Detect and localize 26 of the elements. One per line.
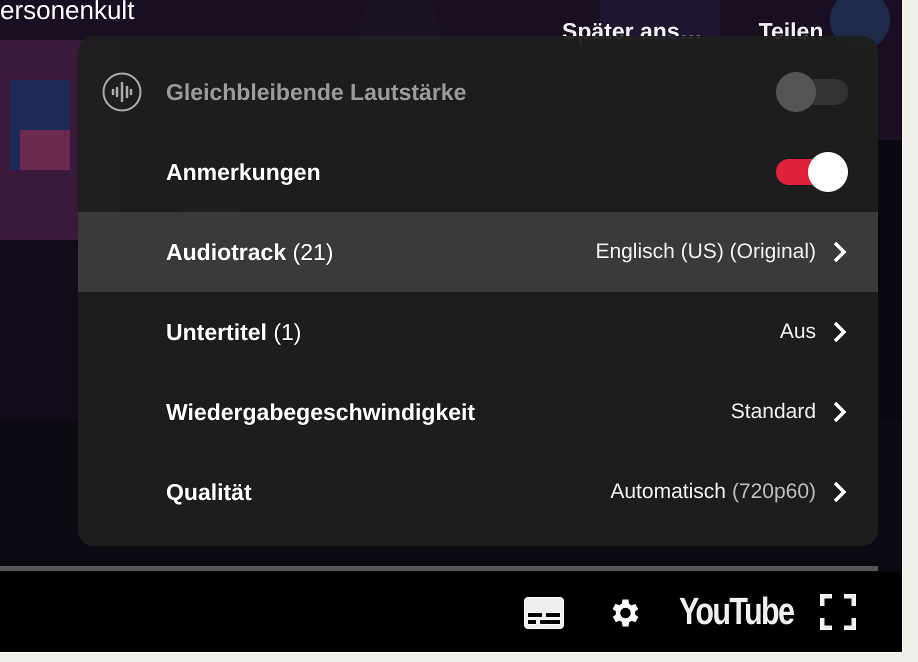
toggle-switch[interactable] — [776, 152, 848, 192]
chevron-right-icon — [832, 400, 848, 424]
menu-item-label: Anmerkungen — [166, 158, 321, 187]
fullscreen-icon[interactable] — [820, 594, 856, 630]
chevron-right-icon — [832, 480, 848, 504]
chevron-right-icon — [832, 320, 848, 344]
menu-item[interactable]: Wiedergabegeschwindigkeit Standard — [78, 372, 878, 452]
menu-item[interactable]: Audiotrack (21) Englisch (US) (Original) — [78, 212, 878, 292]
menu-item-label: Audiotrack (21) — [166, 238, 334, 267]
menu-item-label: Qualität — [166, 478, 252, 507]
menu-item[interactable]: Untertitel (1) Aus — [78, 292, 878, 372]
chevron-right-icon — [832, 240, 848, 264]
menu-item[interactable]: Anmerkungen — [78, 132, 878, 212]
menu-item-label: Gleichbleibende Lautstärke — [166, 78, 466, 107]
menu-item-label: Wiedergabegeschwindigkeit — [166, 398, 476, 427]
quality-note: (720p60) — [732, 479, 816, 506]
menu-item[interactable]: Qualität Automatisch (720p60) — [78, 452, 878, 532]
waveform-icon — [102, 72, 142, 112]
menu-item-value: Englisch (US) (Original) — [595, 239, 816, 266]
video-title: ersonenkult — [0, 0, 134, 23]
menu-item-value: Automatisch — [610, 479, 726, 506]
menu-item-label: Untertitel (1) — [166, 318, 302, 347]
subtitles-icon[interactable] — [524, 597, 564, 629]
menu-item-value: Aus — [780, 319, 816, 346]
youtube-logo[interactable]: YouTube — [679, 590, 794, 634]
menu-item-value: Standard — [730, 399, 816, 426]
